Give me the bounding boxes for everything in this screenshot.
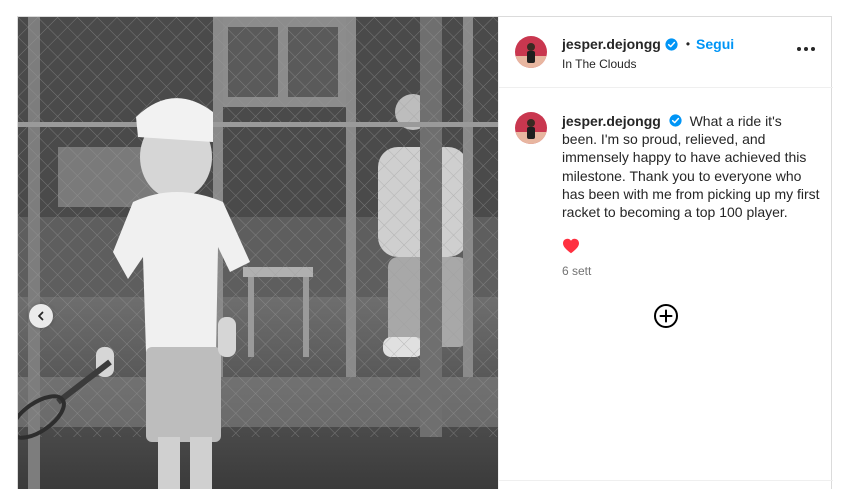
avatar-image [515,36,547,68]
verified-badge-icon [665,37,678,51]
more-dot [797,47,801,51]
caption-text: What a ride it's been. I'm so proud, rel… [562,113,820,221]
header-username[interactable]: jesper.dejongg [562,36,661,52]
post-card: jesper.dejongg • Segui In The Clouds jes… [17,16,833,489]
heart-filled-icon[interactable] [562,238,580,254]
avatar-image [515,112,547,144]
caption-username[interactable]: jesper.dejongg [562,113,661,129]
more-dot [811,47,815,51]
carousel-prev-button[interactable] [29,304,53,328]
verified-badge-icon [669,114,682,127]
separator-dot: • [685,37,691,51]
post-timestamp[interactable]: 6 sett [562,264,591,278]
comment-bar-edge [499,480,833,489]
caption-avatar[interactable] [515,112,547,144]
post-side-panel: jesper.dejongg • Segui In The Clouds jes… [498,17,833,489]
header-user-line: jesper.dejongg • Segui [562,36,734,52]
post-media[interactable] [18,17,498,489]
more-dot [804,47,808,51]
plus-circle-icon[interactable] [653,303,679,329]
post-location[interactable]: In The Clouds [562,57,637,71]
post-caption: jesper.dejongg What a ride it's been. I'… [562,112,820,221]
avatar[interactable] [515,36,547,68]
follow-button[interactable]: Segui [696,36,734,52]
more-options-icon[interactable] [797,43,815,55]
post-photo [18,17,498,489]
chevron-left-icon [38,311,44,321]
post-header: jesper.dejongg • Segui In The Clouds [499,17,833,88]
